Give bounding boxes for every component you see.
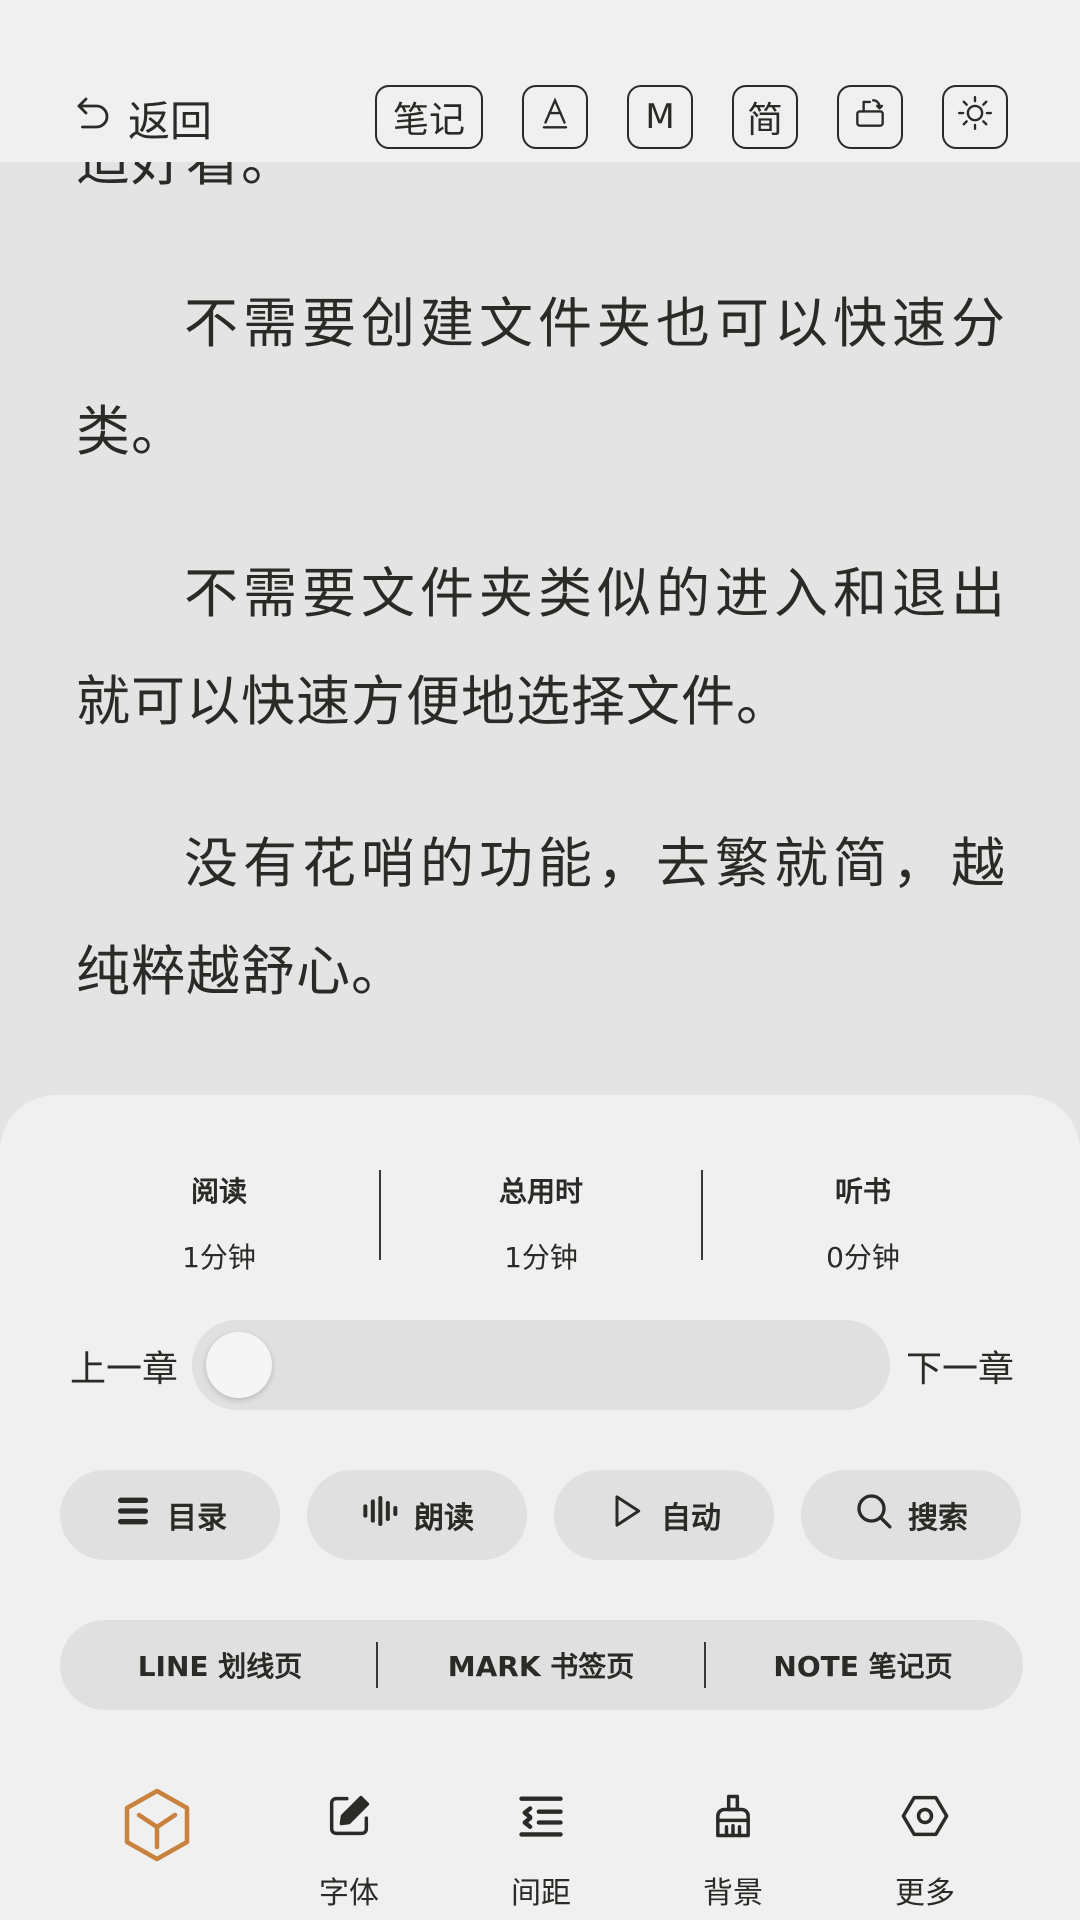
font-a-icon — [536, 94, 574, 141]
tab-home[interactable] — [77, 1785, 237, 1915]
back-button[interactable]: 返回 — [72, 90, 212, 146]
spacing-icon — [515, 1785, 567, 1850]
stat-value: 1分钟 — [182, 1241, 256, 1274]
waveform-icon — [360, 1491, 400, 1539]
reader-screen: 返回 笔记 M 简 不需要创建文件夹也可以快速分类。 不需要文件夹类似的进入和退… — [0, 0, 1080, 1920]
brightness-icon — [956, 94, 994, 141]
toc-button[interactable]: 目录 — [60, 1470, 280, 1560]
settings-hex-icon — [899, 1785, 951, 1850]
next-chapter-button[interactable]: 下一章 — [906, 1340, 1014, 1392]
reading-stats: 阅读 1分钟 总用时 1分钟 听书 0分钟 — [0, 1170, 1080, 1274]
list-icon — [113, 1491, 153, 1539]
font-style-button[interactable] — [522, 85, 588, 149]
tab-label: 间距 — [511, 1876, 571, 1911]
prev-chapter-button[interactable]: 上一章 — [70, 1340, 178, 1392]
search-icon — [854, 1491, 894, 1539]
play-icon — [607, 1491, 647, 1539]
line-page-link[interactable]: LINE 划线页 — [60, 1620, 380, 1710]
stat-reading: 阅读 1分钟 — [59, 1170, 379, 1276]
read-aloud-button[interactable]: 朗读 — [307, 1470, 527, 1560]
rotate-button[interactable] — [837, 85, 903, 149]
search-button[interactable]: 搜索 — [801, 1470, 1021, 1560]
simp-label: 简 — [746, 100, 783, 141]
chapter-navigation: 上一章 下一章 — [0, 1320, 1080, 1410]
back-label: 返回 — [128, 96, 213, 146]
brush-icon — [707, 1785, 759, 1850]
stat-label: 听书 — [834, 1175, 891, 1208]
auto-scroll-button[interactable]: 自动 — [554, 1470, 774, 1560]
slider-thumb[interactable] — [206, 1332, 272, 1398]
app-logo-icon — [117, 1785, 197, 1873]
paragraph: 不需要创建文件夹也可以快速分类。 — [76, 292, 1006, 463]
stats-divider — [701, 1170, 703, 1260]
edit-icon — [323, 1785, 375, 1850]
reading-menu-panel: 阅读 1分钟 总用时 1分钟 听书 0分钟 上一章 下一章 目录 朗读 自动 搜… — [0, 1095, 1080, 1920]
mark-page-link[interactable]: MARK 书签页 — [381, 1620, 701, 1710]
tab-label: 字体 — [319, 1876, 379, 1911]
chapter-progress-slider[interactable] — [192, 1320, 890, 1410]
tab-more[interactable]: 更多 — [845, 1785, 1005, 1915]
stat-total-time: 总用时 1分钟 — [381, 1170, 701, 1276]
reading-content: 适好看。 不需要创建文件夹也可以快速分类。 不需要文件夹类似的进入和退出就可以快… — [76, 162, 1006, 1092]
m-label: M — [645, 97, 675, 137]
paragraph: 适好看。 — [76, 162, 1006, 216]
top-toolbar: 返回 笔记 M 简 — [0, 0, 1080, 162]
mode-m-button[interactable]: M — [627, 85, 693, 149]
paragraph: 不需要文件夹类似的进入和退出就可以快速方便地选择文件。 — [76, 562, 1006, 733]
back-arrow-icon — [72, 92, 114, 144]
toc-label: 目录 — [167, 1501, 227, 1536]
pages-divider — [376, 1642, 378, 1688]
tab-label: 背景 — [703, 1876, 763, 1911]
rotate-icon — [851, 94, 889, 141]
tab-spacing[interactable]: 间距 — [461, 1785, 621, 1915]
tab-label: 更多 — [895, 1876, 955, 1911]
search-label: 搜索 — [908, 1501, 968, 1536]
paragraph: 没有花哨的功能，去繁就简，越纯粹越舒心。 — [76, 832, 1006, 1003]
stat-value: 1分钟 — [504, 1241, 578, 1274]
brightness-button[interactable] — [942, 85, 1008, 149]
tab-font[interactable]: 字体 — [269, 1785, 429, 1915]
note-page-link[interactable]: NOTE 笔记页 — [703, 1620, 1023, 1710]
action-buttons: 目录 朗读 自动 搜索 — [60, 1470, 1023, 1560]
bottom-tabbar: 字体 间距 背景 更多 — [0, 1785, 1080, 1915]
pages-bar: LINE 划线页 MARK 书签页 NOTE 笔记页 — [60, 1620, 1023, 1710]
stat-label: 阅读 — [190, 1175, 247, 1208]
stats-divider — [379, 1170, 381, 1260]
stat-label: 总用时 — [498, 1175, 583, 1208]
stat-value: 0分钟 — [826, 1241, 900, 1274]
tab-background[interactable]: 背景 — [653, 1785, 813, 1915]
note-button[interactable]: 笔记 — [375, 85, 483, 149]
auto-label: 自动 — [661, 1501, 721, 1536]
note-label: 笔记 — [392, 100, 465, 141]
simplified-button[interactable]: 简 — [732, 85, 798, 149]
stat-listening: 听书 0分钟 — [703, 1170, 1023, 1276]
read-aloud-label: 朗读 — [414, 1501, 474, 1536]
